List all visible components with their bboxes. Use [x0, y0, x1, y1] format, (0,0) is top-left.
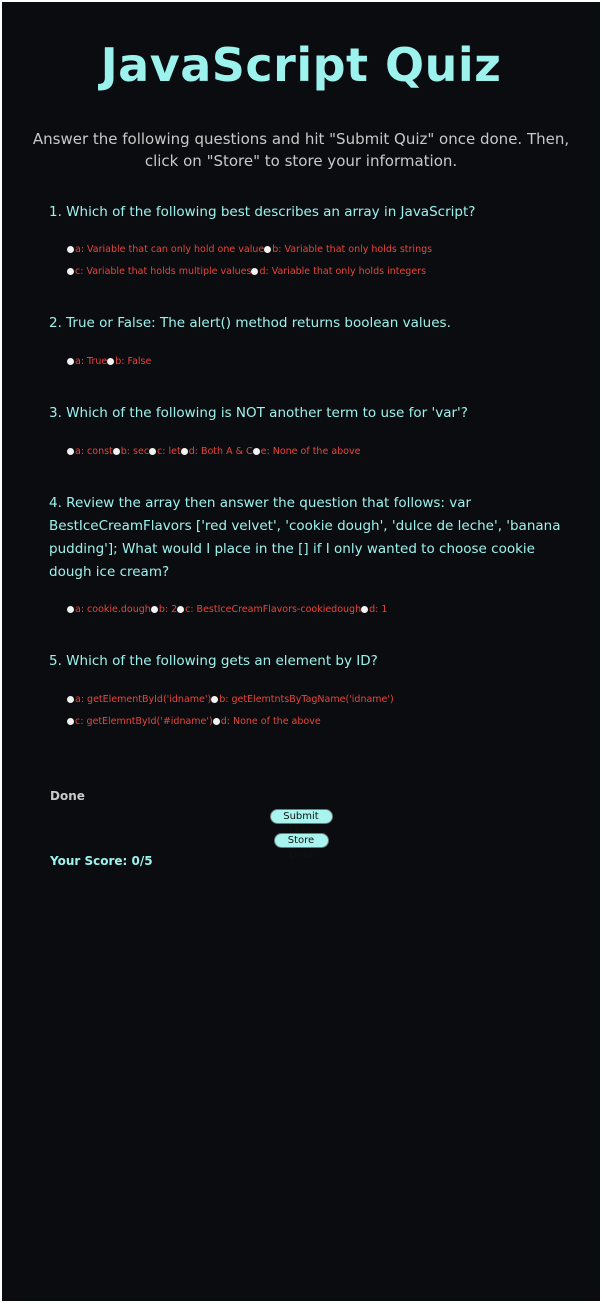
- score-display: Your Score: 0/5: [50, 854, 153, 868]
- page-title: JavaScript Quiz: [100, 38, 502, 92]
- answer-label: d: None of the above: [220, 715, 321, 727]
- answer-1c[interactable]: c: Variable that holds multiple values: [67, 266, 251, 277]
- radio-button[interactable]: [211, 695, 219, 703]
- answer-4c[interactable]: c: BestIceCreamFlavors-cookiedough: [177, 604, 361, 615]
- answer-3a[interactable]: a: const: [67, 446, 113, 457]
- answer-label: e: None of the above: [260, 445, 361, 457]
- answer-label: b: 2: [158, 603, 178, 615]
- answer-5d[interactable]: d: None of the above: [212, 715, 321, 727]
- question-3: 3. Which of the following is NOT another…: [49, 405, 468, 421]
- answer-5b[interactable]: b: getElemtntsByTagName('idname'): [211, 694, 394, 705]
- answer-label: a: const: [75, 445, 113, 457]
- answer-label: d: Variable that only holds integers: [259, 265, 427, 277]
- radio-button[interactable]: [177, 605, 185, 613]
- answer-4b[interactable]: b: 2: [150, 603, 178, 615]
- question-1: 1. Which of the following best describes…: [49, 204, 476, 220]
- answer-3e[interactable]: e: None of the above: [252, 445, 361, 457]
- radio-button[interactable]: [67, 245, 74, 253]
- answer-4a[interactable]: a: cookie.dough: [67, 604, 151, 615]
- question-2: 2. True or False: The alert() method ret…: [49, 315, 451, 331]
- radio-button[interactable]: [149, 447, 157, 455]
- answer-label: c: getElemntById('#idname'): [75, 715, 213, 727]
- answer-label: d: 1: [369, 603, 388, 615]
- radio-button[interactable]: [67, 605, 74, 613]
- answer-1a[interactable]: a: Variable that can only hold one value: [67, 244, 264, 255]
- answer-label: b: Variable that only holds strings: [272, 243, 433, 255]
- answer-label: b: False: [115, 355, 152, 367]
- answer-label: b: sec: [120, 445, 150, 457]
- radio-button[interactable]: [67, 447, 74, 455]
- radio-button[interactable]: [67, 267, 74, 275]
- question-2-answers: a: True b: False: [67, 350, 587, 372]
- radio-button[interactable]: [112, 447, 120, 455]
- answer-5a[interactable]: a: getElementById('idname'): [67, 694, 211, 705]
- radio-button[interactable]: [361, 605, 369, 613]
- question-4: 4. Review the array then answer the ques…: [49, 495, 561, 580]
- question-1-answers: a: Variable that can only hold one value…: [67, 238, 587, 282]
- radio-button[interactable]: [264, 245, 272, 253]
- answer-label: a: Variable that can only hold one value: [75, 243, 265, 255]
- answer-label: a: cookie.dough: [75, 603, 151, 615]
- answer-1d[interactable]: d: Variable that only holds integers: [251, 266, 426, 277]
- answer-label: d: Both A & C: [188, 445, 253, 457]
- store-data-button[interactable]: Store Data: [273, 833, 329, 860]
- answer-1b[interactable]: b: Variable that only holds strings: [264, 244, 432, 255]
- answer-2b[interactable]: b: False: [107, 356, 151, 367]
- submit-quiz-button[interactable]: Submit Quiz: [269, 809, 333, 836]
- radio-button[interactable]: [212, 717, 220, 725]
- radio-button[interactable]: [67, 357, 74, 365]
- answer-label: c: let: [157, 445, 181, 457]
- quiz-page: JavaScript Quiz Answer the following que…: [2, 2, 600, 1301]
- question-4-answers: a: cookie.dough b: 2 c: BestIceCreamFlav…: [67, 598, 587, 620]
- radio-button[interactable]: [252, 447, 260, 455]
- radio-button[interactable]: [150, 605, 158, 613]
- answer-3d[interactable]: d: Both A & C: [180, 445, 253, 457]
- answer-3b[interactable]: b: sec: [112, 445, 150, 457]
- question-3-answers: a: const b: sec c: let d: Both A & C e: …: [67, 440, 587, 462]
- answer-label: c: Variable that holds multiple values: [75, 265, 252, 277]
- answer-label: a: True: [75, 355, 108, 367]
- intro-text: Answer the following questions and hit "…: [32, 130, 570, 170]
- question-5-answers: a: getElementById('idname') b: getElemtn…: [67, 688, 587, 732]
- answer-5c[interactable]: c: getElemntById('#idname'): [67, 716, 213, 727]
- radio-button[interactable]: [67, 695, 74, 703]
- done-label: Done: [50, 789, 85, 803]
- radio-button[interactable]: [107, 357, 115, 365]
- answer-label: b: getElemtntsByTagName('idname'): [219, 693, 394, 705]
- answer-2a[interactable]: a: True: [67, 356, 107, 367]
- answer-label: c: BestIceCreamFlavors-cookiedough: [185, 603, 362, 615]
- radio-button[interactable]: [180, 447, 188, 455]
- answer-3c[interactable]: c: let: [149, 446, 181, 457]
- answer-label: a: getElementById('idname'): [75, 693, 212, 705]
- question-5: 5. Which of the following gets an elemen…: [49, 653, 378, 669]
- radio-button[interactable]: [251, 267, 259, 275]
- radio-button[interactable]: [67, 717, 74, 725]
- answer-4d[interactable]: d: 1: [361, 604, 387, 615]
